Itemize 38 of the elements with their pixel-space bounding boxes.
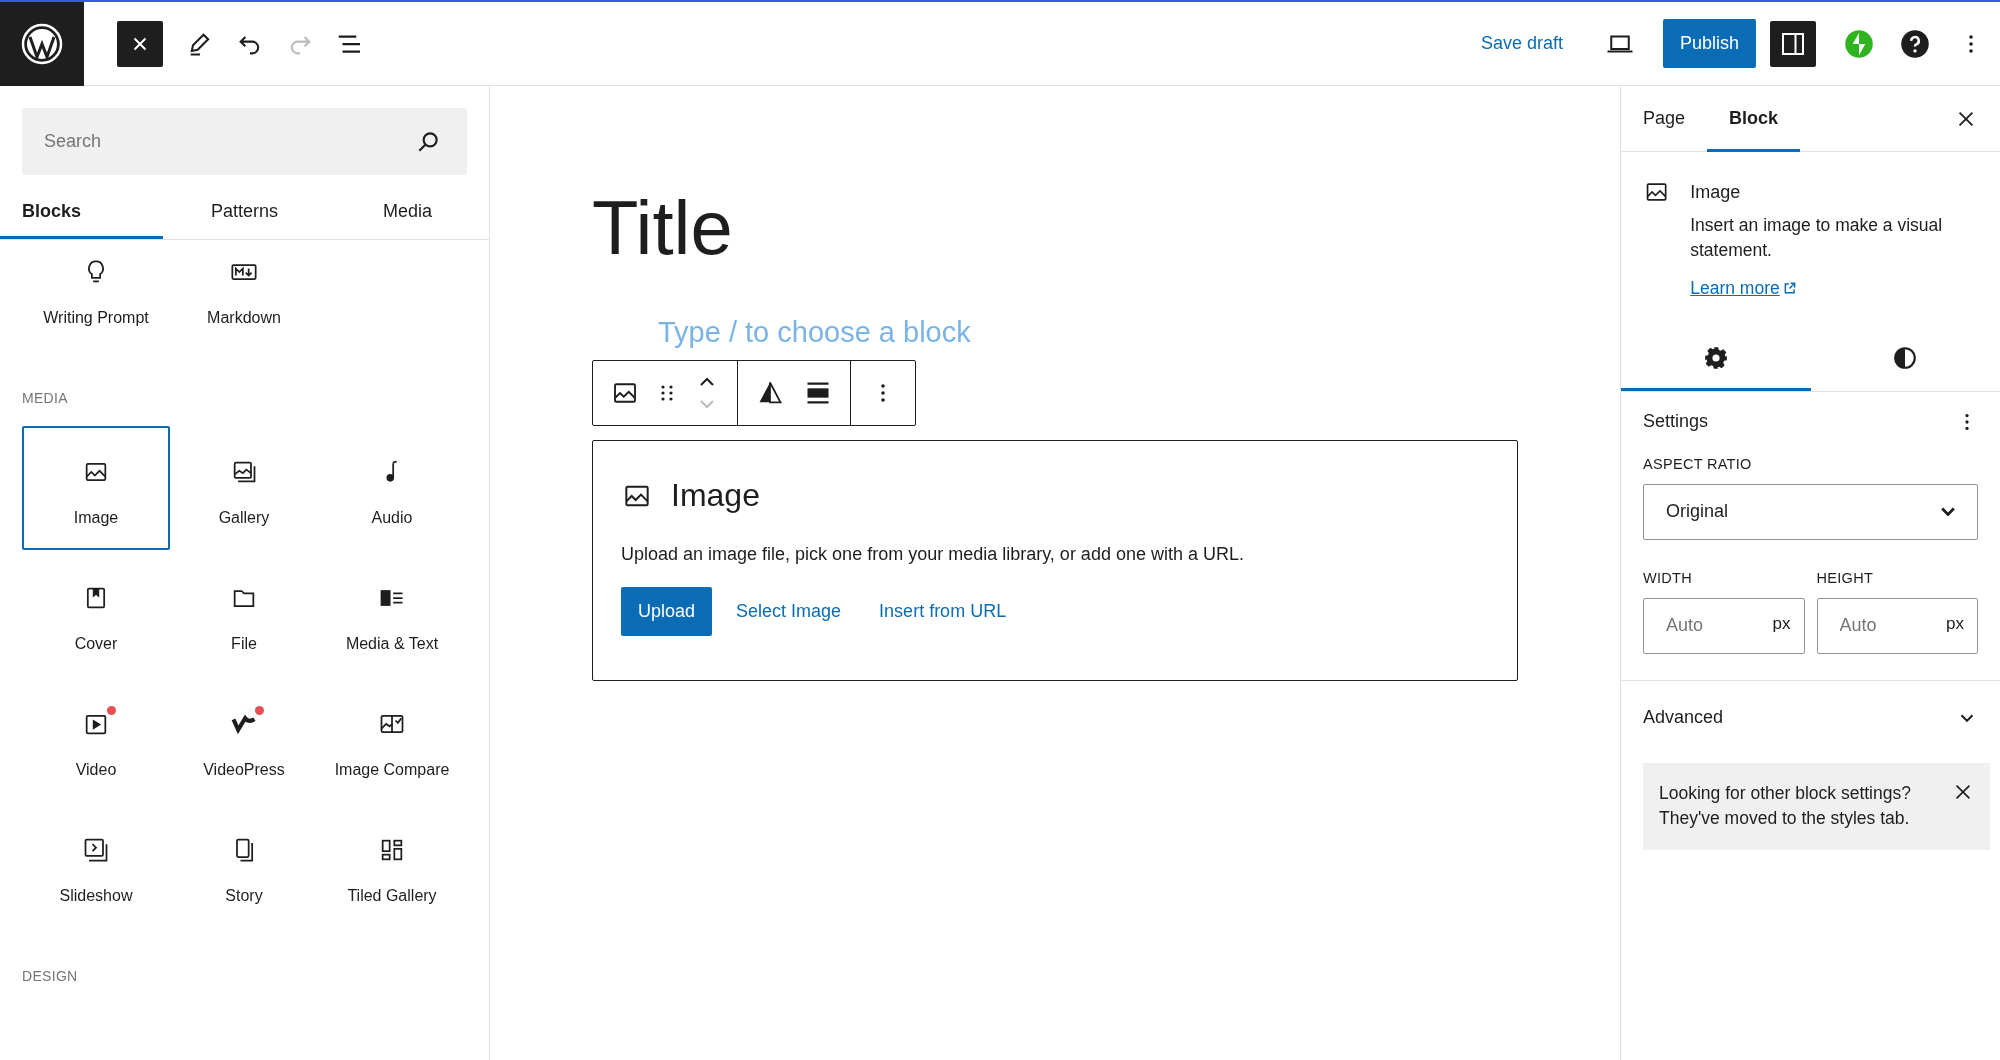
block-description: Insert an image to make a visual statement. (1690, 214, 1944, 263)
field-label: WIDTH (1643, 569, 1693, 586)
save-draft-button[interactable]: Save draft (1470, 33, 1573, 54)
notice-text: Looking for other block settings? They've moved to the styles tab. (1659, 781, 1912, 831)
slideshow-icon (82, 836, 110, 864)
close-button[interactable] (117, 20, 163, 67)
post-title[interactable]: Title (592, 190, 1620, 266)
advanced-panel-toggle[interactable]: Advanced (1621, 680, 2000, 755)
aspect-ratio-select[interactable]: Original (1643, 483, 1978, 540)
external-link-icon (1782, 281, 1797, 296)
publish-button[interactable]: Publish (1662, 19, 1756, 68)
category-heading: DESIGN (22, 968, 79, 984)
logo[interactable] (0, 1, 84, 86)
category-heading: MEDIA (22, 390, 69, 406)
select-image-button[interactable]: Select Image (722, 587, 856, 636)
field-label: ASPECT RATIO (1643, 455, 1753, 472)
block-card-title: Image (1690, 182, 1742, 203)
sidebar-toggle-button[interactable] (1770, 20, 1816, 67)
unit-label: px (1946, 613, 1964, 634)
block-tile[interactable]: Image (22, 426, 170, 550)
contrast-icon (1892, 344, 1919, 371)
logo-icon (20, 21, 64, 66)
inserter-tab[interactable]: Blocks (0, 183, 163, 239)
panel-title: Settings (1643, 411, 1709, 433)
upload-button[interactable]: Upload (621, 587, 713, 636)
insert-from-url-button[interactable]: Insert from URL (865, 587, 1021, 636)
field-label: HEIGHT (1816, 569, 1875, 586)
sidebar-tab[interactable]: Block (1707, 85, 1801, 152)
inserter-tab[interactable]: Media (326, 183, 489, 239)
inserter-tab[interactable]: Patterns (163, 183, 326, 239)
block-title: Image (671, 477, 760, 514)
learn-more-link[interactable]: Learn more (1690, 277, 1978, 299)
search-field[interactable]: Search (22, 108, 467, 175)
instructions: Upload an image file, pick one from your media library, or add one with a URL. (621, 544, 1245, 565)
unit-label: px (1772, 613, 1791, 634)
settings-icon (1702, 344, 1729, 371)
chevron-down-icon (1941, 507, 1955, 517)
sidebar-tab[interactable]: Page (1621, 85, 1708, 152)
